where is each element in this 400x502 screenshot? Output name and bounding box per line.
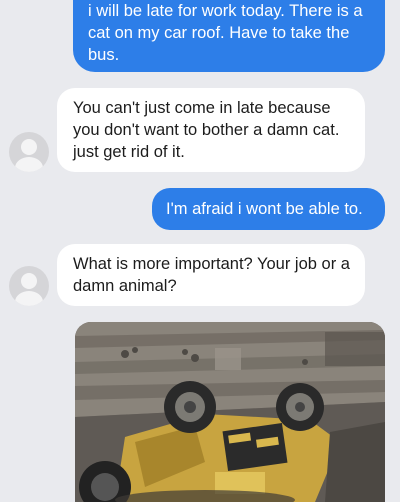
contact-avatar[interactable]: [9, 266, 49, 306]
outgoing-message-bubble[interactable]: i will be late for work today. There is …: [73, 0, 385, 72]
person-silhouette-icon: [15, 139, 43, 172]
photo-attachment[interactable]: [75, 322, 385, 502]
overturned-loader-photo: [75, 322, 385, 502]
contact-avatar[interactable]: [9, 132, 49, 172]
person-silhouette-icon: [15, 273, 43, 306]
message-text: i will be late for work today. There is …: [88, 2, 363, 64]
outgoing-message-bubble[interactable]: I'm afraid i wont be able to.: [152, 188, 385, 230]
message-text: What is more important? Your job or a da…: [73, 255, 350, 295]
message-text: I'm afraid i wont be able to.: [166, 200, 363, 218]
message-text: You can't just come in late because you …: [73, 99, 340, 161]
incoming-message-bubble[interactable]: You can't just come in late because you …: [57, 88, 365, 172]
incoming-message-bubble[interactable]: What is more important? Your job or a da…: [57, 244, 365, 306]
